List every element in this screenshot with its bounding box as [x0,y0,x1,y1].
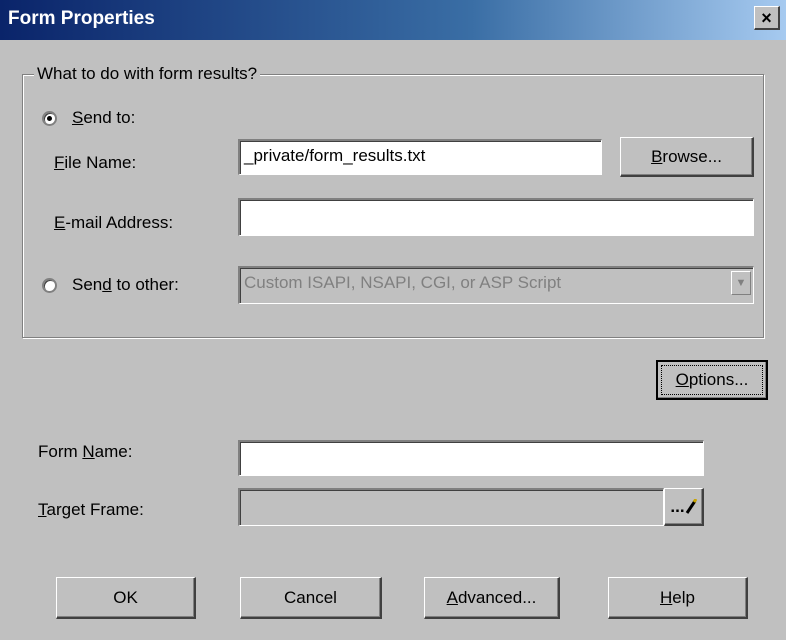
close-button[interactable]: × [754,6,780,30]
target-frame-input[interactable] [238,488,664,526]
file-name-label: File Name: [54,153,137,172]
advanced-button[interactable]: Advanced... [424,577,560,619]
email-input[interactable] [238,198,754,236]
cancel-button[interactable]: Cancel [240,577,382,619]
browse-button[interactable]: Browse... [620,137,754,177]
target-frame-button[interactable]: ... [664,488,704,526]
close-icon: × [761,7,772,28]
send-to-radio[interactable] [42,111,57,126]
send-to-label[interactable]: Send to: [72,108,135,128]
help-button[interactable]: Help [608,577,748,619]
email-label: E-mail Address: [54,213,174,232]
pencil-icon [685,498,697,514]
ok-button[interactable]: OK [56,577,196,619]
window-title: Form Properties [8,8,155,29]
file-name-input[interactable]: _private/form_results.txt [238,139,602,175]
options-button[interactable]: Options... [656,360,768,400]
chevron-down-icon: ▼ [731,271,751,295]
form-name-input[interactable] [238,440,704,476]
title-bar: Form Properties × [0,0,786,40]
send-to-other-label[interactable]: Send to other: [72,275,179,295]
script-select: Custom ISAPI, NSAPI, CGI, or ASP Script … [238,266,754,304]
form-name-label: Form Name: [38,442,133,461]
script-select-value: Custom ISAPI, NSAPI, CGI, or ASP Script [244,273,562,292]
target-frame-label: Target Frame: [38,500,144,519]
send-to-other-radio[interactable] [42,278,57,293]
group-legend: What to do with form results? [34,64,261,84]
